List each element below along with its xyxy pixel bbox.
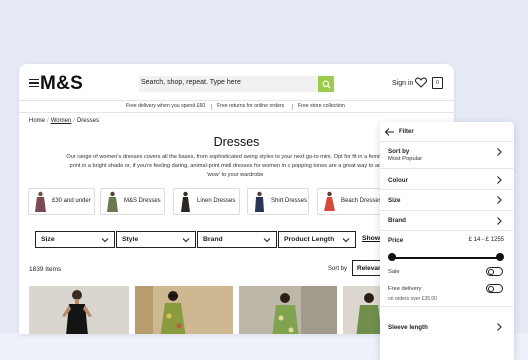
search-icon [321,79,331,89]
row-label: Brand [388,217,406,224]
filter-panel: Filter Sort by Most Popular Colour Size … [380,122,514,360]
category-chip-ms-dresses[interactable]: M&S Dresses [100,188,165,215]
info-delivery[interactable]: Free delivery when you spend £60 [126,103,205,109]
chevron-right-icon [497,196,502,204]
filter-style-dropdown[interactable]: Style [116,231,196,248]
filter-label: Brand [203,236,223,243]
filter-row-sleeve-length[interactable]: Sleeve length [380,318,514,338]
row-label: Sort by [388,148,410,155]
row-label: Size [388,197,401,204]
chip-label: Beach Dresses [341,198,382,204]
sign-in-link[interactable]: Sign in [392,80,413,87]
back-arrow-icon[interactable] [384,127,395,137]
chip-thumbnail [324,191,335,211]
chevron-down-icon [101,238,109,243]
row-label: Sleeve length [388,324,428,331]
filter-panel-title: Filter [399,129,414,135]
show-all-filters-link[interactable]: Show [362,235,380,242]
sale-label: Sale [388,269,400,275]
category-chip-linen-dresses[interactable]: Linen Dresses [173,188,240,215]
sort-by-value: Most Popular [388,156,423,162]
category-chip-30-and-under[interactable]: £30 and under [28,188,95,215]
search-input[interactable]: Search, shop, repeat. Type here [141,79,241,86]
chevron-right-icon [497,217,502,225]
product-image [29,286,129,334]
price-label: Price [388,237,404,244]
page-description: Our range of women's dresses covers all … [66,154,404,178]
price-range-value: £ 14 - £ 1255 [468,237,504,243]
chip-thumbnail [35,191,46,212]
row-label: Colour [388,177,408,184]
breadcrumb-home[interactable]: Home [29,118,45,124]
chevron-down-icon [263,238,271,243]
category-chip-beach-dresses[interactable]: Beach Dresses [317,188,387,215]
info-bar: Free delivery when you spend £60 Free re… [19,100,454,113]
search-bar[interactable]: Search, shop, repeat. Type here [139,76,334,92]
free-delivery-label: Free delivery [388,286,422,292]
chevron-right-icon [497,176,502,184]
divider [292,104,293,110]
product-image [239,286,337,334]
product-card-2[interactable] [135,286,233,334]
chip-label: M&S Dresses [124,198,161,204]
info-returns[interactable]: Free returns for online orders [217,103,284,109]
free-delivery-toggle[interactable] [486,284,503,293]
price-slider-min-handle[interactable] [388,253,396,261]
filter-product-length-dropdown[interactable]: Product Length [278,231,356,248]
chip-thumbnail [107,191,118,212]
price-slider-track[interactable] [392,257,500,259]
filter-row-sort-by[interactable]: Sort by Most Popular [380,142,514,169]
product-image [135,286,233,334]
filter-label: Style [122,236,139,243]
product-card-3[interactable] [239,286,337,334]
breadcrumb-women[interactable]: Women [51,118,72,124]
filter-label: Size [41,236,55,243]
chip-label: £30 and under [52,198,91,204]
chevron-right-icon [497,323,502,331]
info-collection[interactable]: Free store collection [298,103,345,109]
divider [380,306,514,307]
menu-icon[interactable] [29,79,39,87]
breadcrumb: Home / Women / Dresses [29,118,99,124]
chevron-right-icon [497,148,502,156]
price-slider-max-handle[interactable] [496,253,504,261]
chevron-down-icon [342,238,350,243]
filter-label: Product Length [284,236,335,243]
chip-thumbnail [255,191,264,212]
filter-row-size[interactable]: Size [380,190,514,211]
filter-panel-header: Filter [380,122,514,142]
sort-by-label: Sort by [328,266,348,272]
product-card-1[interactable] [29,286,129,334]
brand-logo[interactable]: M&S [40,73,83,95]
breadcrumb-dresses: Dresses [76,118,99,124]
sale-toggle[interactable] [486,267,503,276]
divider [211,104,212,110]
filter-size-dropdown[interactable]: Size [35,231,115,248]
bag-icon[interactable]: 0 [432,77,443,89]
results-count: 1839 Items [29,266,62,273]
wishlist-heart-icon[interactable] [415,77,427,88]
filter-row-brand[interactable]: Brand [380,211,514,231]
category-chip-shirt-dresses[interactable]: Shirt Dresses [247,188,309,215]
bag-count: 0 [436,80,439,86]
chip-label: Linen Dresses [197,198,236,204]
filter-brand-dropdown[interactable]: Brand [197,231,277,248]
filter-row-colour[interactable]: Colour [380,169,514,190]
search-button[interactable] [318,76,334,92]
chip-thumbnail [181,191,190,212]
chip-label: Shirt Dresses [271,198,308,204]
chevron-down-icon [182,238,190,243]
free-delivery-note: on orders over £35.00 [388,296,437,302]
site-header: M&S Search, shop, repeat. Type here Sign… [19,64,454,100]
